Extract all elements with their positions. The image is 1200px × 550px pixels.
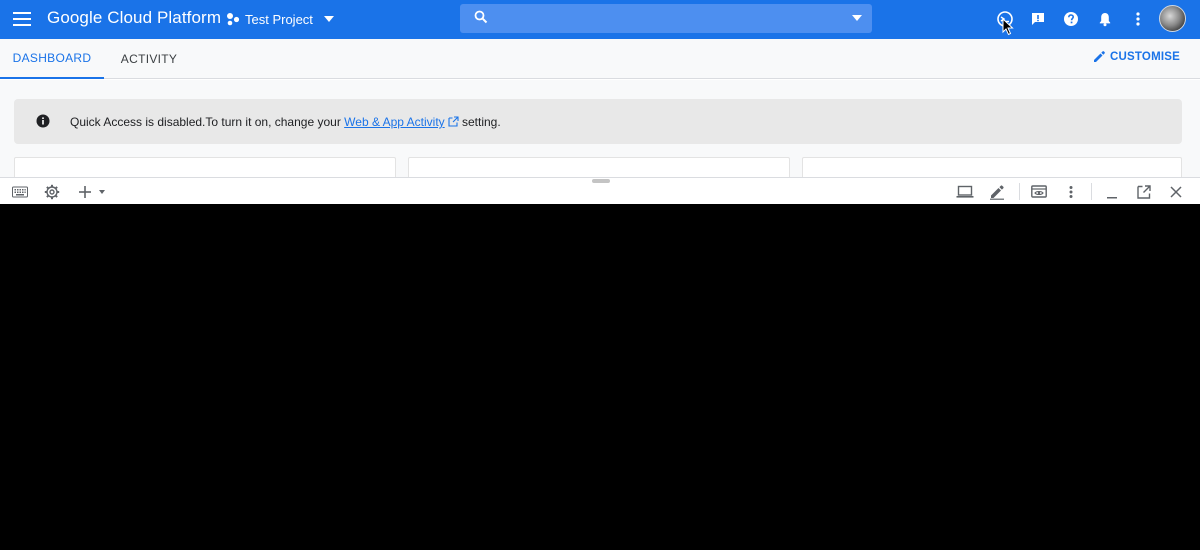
dashboard-card [408,157,790,177]
cloud-shell-toolbar [0,177,1200,204]
web-app-activity-link[interactable]: Web & App Activity [344,115,459,129]
boost-mode-button[interactable] [1029,182,1049,202]
project-name: Test Project [245,11,313,27]
search-icon [474,10,488,24]
pencil-icon [1094,51,1105,62]
dropdown-icon [323,16,334,22]
more-vert-icon [1069,186,1073,198]
tab-label: ACTIVITY [120,52,178,66]
minimize-icon [1107,197,1117,199]
notice-text-after: setting. [458,115,501,129]
add-icon [78,186,91,198]
shell-more-options-button[interactable] [1061,182,1081,202]
add-session-button[interactable] [74,182,110,202]
search-input[interactable] [496,8,826,29]
help-button[interactable] [1060,8,1082,30]
tab-bar: DASHBOARD ACTIVITY CUSTOMISE [0,39,1200,79]
tab-label: DASHBOARD [12,51,92,65]
settings-button[interactable] [42,182,62,202]
feedback-button[interactable] [1027,8,1049,30]
project-icon [227,13,240,26]
cloud-shell-terminal[interactable] [0,204,1200,550]
feedback-icon [1032,13,1044,25]
open-in-new-icon [448,116,459,127]
info-icon [36,114,50,128]
settings-icon [44,184,60,200]
keyboard-icon [12,186,28,198]
boost-icon [1031,185,1047,198]
menu-icon [13,12,31,26]
notice-link-text: Web & App Activity [344,115,445,129]
search-bar[interactable] [460,4,872,33]
open-editor-button[interactable] [987,182,1007,202]
open-new-window-icon [1137,185,1151,199]
main-menu-button[interactable] [8,4,36,34]
toolbar-divider [1019,183,1020,200]
web-preview-button[interactable] [955,182,975,202]
customise-button[interactable]: CUSTOMISE [1092,50,1180,64]
dashboard-card [14,157,396,177]
minimize-button[interactable] [1102,182,1122,202]
mouse-cursor [1002,18,1014,36]
close-icon [1170,186,1182,198]
editor-icon [990,185,1004,200]
more-options-button[interactable] [1127,8,1149,30]
product-name[interactable]: Google Cloud Platform [47,8,221,28]
dropdown-icon [98,190,105,194]
notice-text-before: Quick Access is disabled.To turn it on, … [70,115,345,129]
dashboard-card [802,157,1182,177]
open-new-window-button[interactable] [1134,182,1154,202]
notifications-icon [1099,13,1111,27]
web-preview-icon [956,185,974,198]
account-avatar[interactable] [1159,5,1186,32]
resize-handle[interactable] [592,179,610,183]
search-dropdown-icon[interactable] [850,12,864,24]
notifications-button[interactable] [1094,8,1116,30]
top-app-bar: Google Cloud Platform Test Project [0,0,1200,39]
toolbar-divider [1091,183,1092,200]
quick-access-notice: Quick Access is disabled.To turn it on, … [14,99,1182,144]
help-icon [1064,12,1078,26]
customise-label: CUSTOMISE [1110,51,1180,63]
close-shell-button[interactable] [1166,182,1186,202]
tab-dashboard[interactable]: DASHBOARD [0,39,104,79]
tab-activity[interactable]: ACTIVITY [104,39,194,79]
project-selector[interactable]: Test Project [226,8,336,30]
notice-message: Quick Access is disabled.To turn it on, … [70,115,501,129]
more-vert-icon [1136,12,1140,26]
keyboard-button[interactable] [10,182,30,202]
